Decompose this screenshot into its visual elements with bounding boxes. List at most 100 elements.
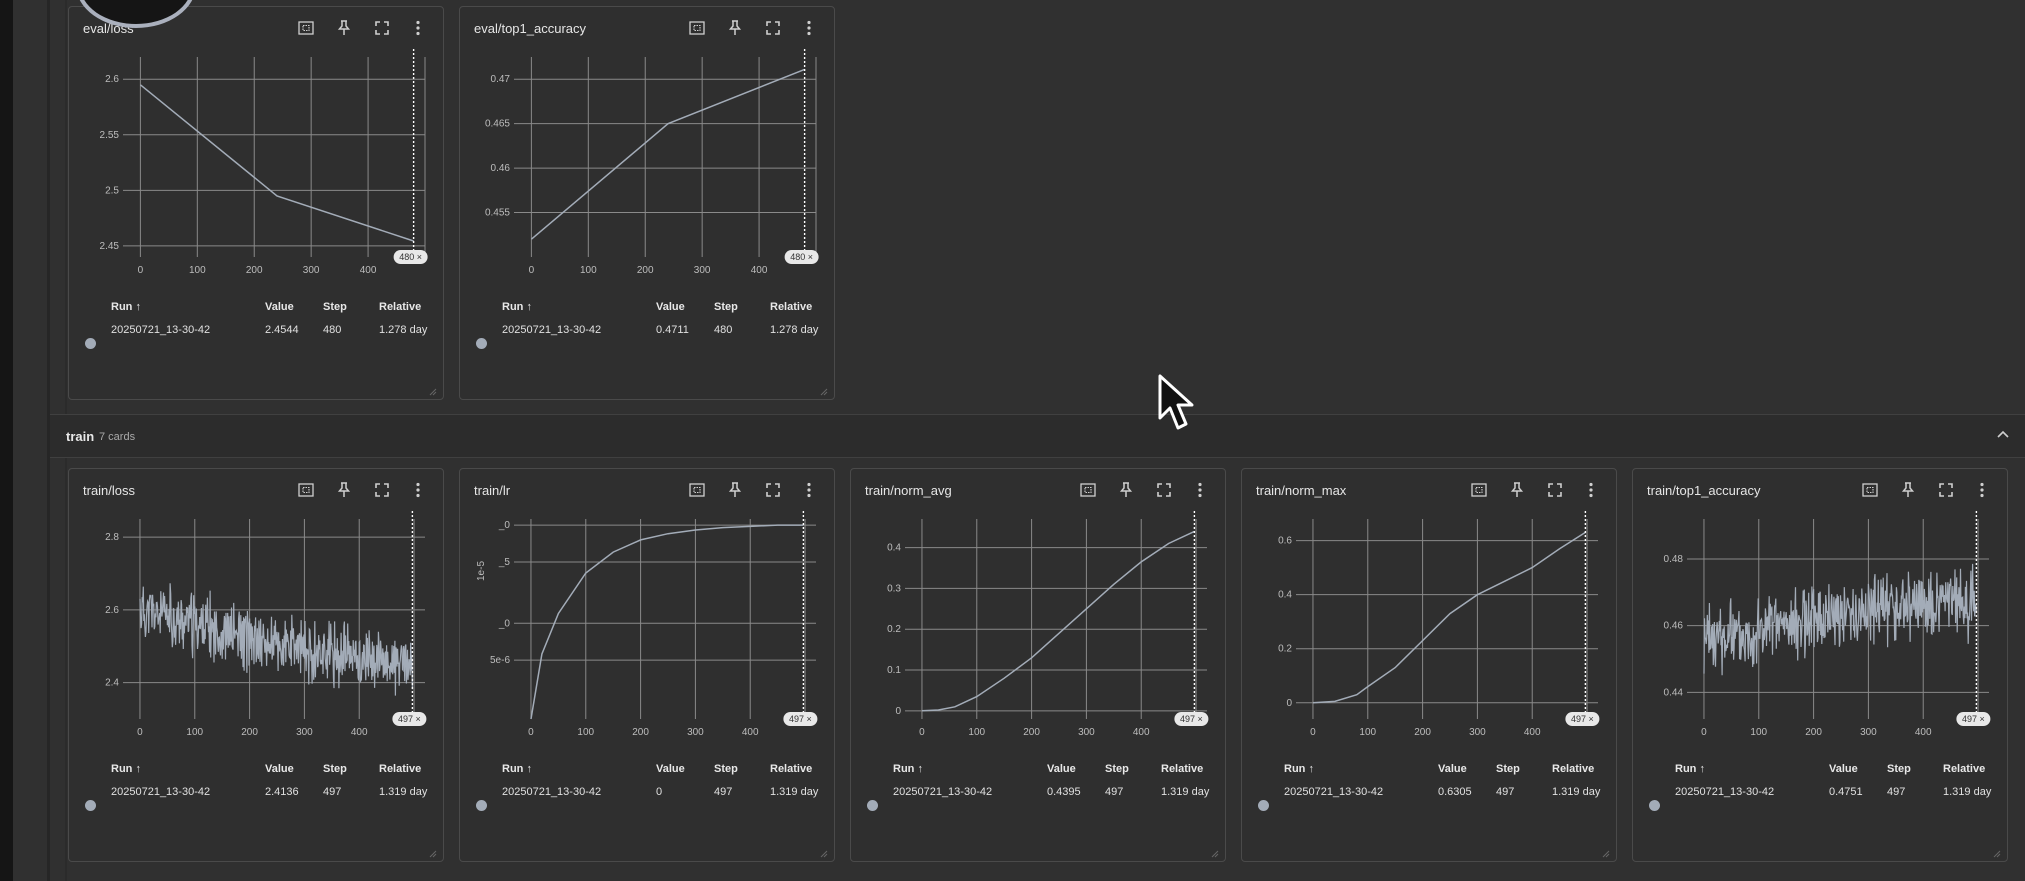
y-axis-label: 1e-5 (476, 561, 487, 581)
table-header-run[interactable]: Run ↑ (111, 763, 141, 775)
x-tick-label: 0 (138, 265, 144, 276)
resize-handle-icon[interactable] (427, 845, 437, 858)
pin-icon[interactable] (1899, 481, 1917, 499)
table-header-run[interactable]: Run ↑ (1284, 763, 1314, 775)
fullscreen-icon[interactable] (764, 19, 782, 37)
run-color-dot (85, 800, 96, 811)
x-tick-label: 400 (1524, 727, 1541, 738)
fullscreen-icon[interactable] (1937, 481, 1955, 499)
fullscreen-icon[interactable] (764, 481, 782, 499)
x-tick-label: 100 (1750, 727, 1767, 738)
fit-to-view-icon[interactable] (1470, 481, 1488, 499)
card-title: train/top1_accuracy (1647, 483, 1761, 498)
fullscreen-icon[interactable] (1155, 481, 1173, 499)
table-header-value: Value (656, 763, 685, 775)
table-header-run[interactable]: Run ↑ (1675, 763, 1705, 775)
y-tick-label: 0.46 (1664, 621, 1684, 632)
table-cell-relative: 1.319 day (379, 786, 428, 798)
step-badge-label: 497 × (1962, 714, 1985, 724)
line-chart[interactable]: 0 100 200 300 400 2.8 2.6 2.4 497 × (83, 511, 433, 751)
y-tick-label: 0.2 (1278, 644, 1292, 655)
x-tick-label: 400 (351, 727, 368, 738)
more-vert-icon[interactable] (1973, 481, 1991, 499)
table-header-run[interactable]: Run ↑ (502, 301, 532, 313)
resize-handle-icon[interactable] (1991, 845, 2001, 858)
x-tick-label: 0 (919, 727, 925, 738)
more-vert-icon[interactable] (1582, 481, 1600, 499)
table-header-run[interactable]: Run ↑ (111, 301, 141, 313)
fit-to-view-icon[interactable] (1861, 481, 1879, 499)
table-cell-step: 497 (1105, 786, 1124, 798)
table-cell-value: 0 (656, 786, 663, 798)
more-vert-icon[interactable] (1191, 481, 1209, 499)
resize-handle-icon[interactable] (818, 383, 828, 396)
chart-card: train/norm_avg 0 100 200 300 400 0.4 0.3 0.2 0.1 0… (850, 468, 1226, 862)
y-tick-label: 0 (1286, 698, 1292, 709)
line-chart[interactable]: 0 100 200 300 400 _0 _5 _0 5e-6 1e-5 497 × (474, 511, 824, 751)
pin-icon[interactable] (335, 19, 353, 37)
table-header-relative: Relative (379, 763, 422, 775)
table-cell-step: 497 (1496, 786, 1515, 798)
more-vert-icon[interactable] (409, 19, 427, 37)
line-chart[interactable]: 0 100 200 300 400 0.47 0.465 0.46 0.455 480 × (474, 49, 824, 289)
table-cell-run: 20250721_13-30-42 (111, 324, 211, 336)
line-chart[interactable]: 0 100 200 300 400 0.48 0.46 0.44 497 × (1647, 511, 1997, 751)
more-vert-icon[interactable] (800, 19, 818, 37)
chart-card: eval/loss 0 100 200 300 400 2.6 2.55 2.5 2.45 480 … (68, 6, 444, 400)
table-header-relative: Relative (1161, 763, 1204, 775)
pin-icon[interactable] (335, 481, 353, 499)
chevron-up-icon[interactable] (1995, 427, 2011, 443)
y-tick-label: 0.44 (1664, 687, 1684, 698)
more-vert-icon[interactable] (800, 481, 818, 499)
y-tick-label: _0 (498, 618, 511, 629)
fit-to-view-icon[interactable] (688, 19, 706, 37)
table-cell-step: 497 (714, 786, 733, 798)
table-header-run[interactable]: Run ↑ (893, 763, 923, 775)
more-vert-icon[interactable] (409, 481, 427, 499)
table-cell-run: 20250721_13-30-42 (502, 324, 602, 336)
line-chart[interactable]: 0 100 200 300 400 2.6 2.55 2.5 2.45 480 × (83, 49, 433, 289)
series-line (139, 84, 414, 242)
card-title: eval/top1_accuracy (474, 21, 587, 36)
table-header-relative: Relative (1943, 763, 1986, 775)
section-header-train[interactable]: train 7 cards (50, 414, 2025, 458)
x-tick-label: 0 (528, 727, 534, 738)
pin-icon[interactable] (1508, 481, 1526, 499)
resize-handle-icon[interactable] (427, 383, 437, 396)
fullscreen-icon[interactable] (373, 19, 391, 37)
pin-icon[interactable] (726, 481, 744, 499)
table-header-step: Step (1105, 763, 1129, 775)
line-chart[interactable]: 0 100 200 300 400 0.4 0.3 0.2 0.1 0 497 × (865, 511, 1215, 751)
table-header-relative: Relative (770, 301, 813, 313)
resize-handle-icon[interactable] (1209, 845, 1219, 858)
y-tick-label: 0.465 (485, 119, 510, 130)
table-header-step: Step (1887, 763, 1911, 775)
resize-handle-icon[interactable] (818, 845, 828, 858)
run-color-dot (867, 800, 878, 811)
table-cell-step: 497 (1887, 786, 1906, 798)
table-cell-value: 2.4136 (265, 786, 299, 798)
fit-to-view-icon[interactable] (1079, 481, 1097, 499)
pin-icon[interactable] (1117, 481, 1135, 499)
table-cell-value: 2.4544 (265, 324, 299, 336)
fit-to-view-icon[interactable] (297, 19, 315, 37)
fit-to-view-icon[interactable] (688, 481, 706, 499)
card-title: train/norm_max (1256, 483, 1347, 498)
resize-handle-icon[interactable] (1600, 845, 1610, 858)
chart-svg: 0 100 200 300 400 0.6 0.4 0.2 0 497 × (1278, 511, 1600, 738)
pin-icon[interactable] (726, 19, 744, 37)
x-tick-label: 300 (1469, 727, 1486, 738)
step-badge-label: 480 × (399, 252, 422, 262)
table-cell-run: 20250721_13-30-42 (1675, 786, 1775, 798)
series-line (530, 68, 805, 240)
fullscreen-icon[interactable] (373, 481, 391, 499)
line-chart[interactable]: 0 100 200 300 400 0.6 0.4 0.2 0 497 × (1256, 511, 1606, 751)
y-tick-label: 0.1 (887, 665, 901, 676)
fit-to-view-icon[interactable] (297, 481, 315, 499)
x-tick-label: 300 (687, 727, 704, 738)
y-tick-label: _0 (498, 520, 511, 531)
table-header-run[interactable]: Run ↑ (502, 763, 532, 775)
table-cell-run: 20250721_13-30-42 (502, 786, 602, 798)
fullscreen-icon[interactable] (1546, 481, 1564, 499)
y-tick-label: 0.4 (1278, 590, 1292, 601)
